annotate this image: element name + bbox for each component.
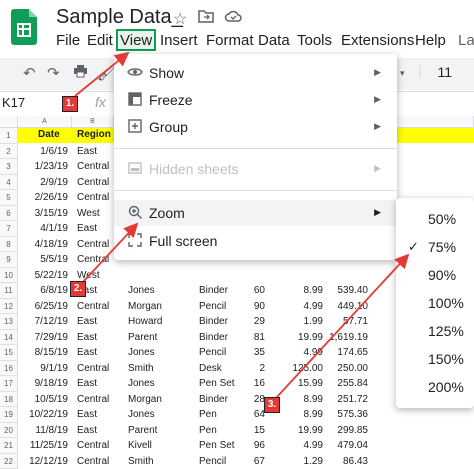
callout-arrow-2 (82, 224, 137, 283)
callout-arrow-1 (75, 53, 128, 96)
cell-rep[interactable]: Smith (128, 456, 188, 467)
cell-total[interactable]: 479.04 (325, 440, 368, 451)
cell-units[interactable]: 96 (246, 440, 265, 451)
cell-date[interactable]: 11/8/19 (18, 425, 68, 436)
cell-units[interactable]: 67 (246, 456, 265, 467)
cell-date[interactable]: 11/25/19 (18, 440, 68, 451)
cell-item[interactable]: Pen Set (199, 440, 249, 451)
callout-badge-1: 1. (62, 96, 78, 112)
callout-arrow-3 (276, 255, 408, 398)
cell-units[interactable]: 15 (246, 425, 265, 436)
cell-item[interactable]: Pen (199, 425, 249, 436)
callout-badge-3: 3. (264, 397, 280, 413)
callout-arrows (0, 0, 474, 425)
row-header[interactable]: 21 (0, 438, 18, 454)
cell-cost[interactable]: 4.99 (285, 440, 323, 451)
callout-badge-2: 2. (70, 281, 86, 297)
cell-date[interactable]: 12/12/19 (18, 456, 68, 467)
cell-item[interactable]: Pencil (199, 456, 249, 467)
cell-rep[interactable]: Kivell (128, 440, 188, 451)
cell-rep[interactable]: Parent (128, 425, 188, 436)
cell-cost[interactable]: 19.99 (285, 425, 323, 436)
row-header[interactable]: 22 (0, 454, 18, 469)
cell-total[interactable]: 86.43 (325, 456, 368, 467)
cell-total[interactable]: 299.85 (325, 425, 368, 436)
cell-cost[interactable]: 1.29 (285, 456, 323, 467)
